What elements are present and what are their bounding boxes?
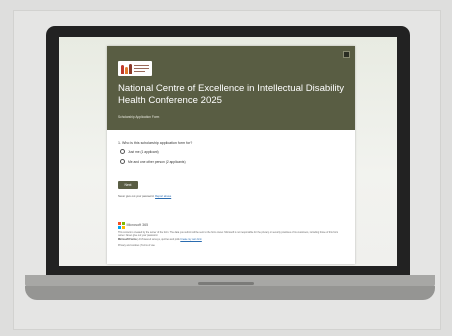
laptop-screen: National Centre of Excellence in Intelle… — [59, 37, 397, 266]
forms-tagline: | AI-Powered surveys, quizzes and polls — [137, 238, 180, 241]
radio-button[interactable] — [120, 149, 125, 154]
forms-brand: Microsoft Forms — [118, 238, 137, 241]
microsoft-365-logo: Microsoft 365 — [118, 222, 148, 229]
option-me-and-other[interactable]: Me and one other person (2 applicants) — [120, 158, 186, 165]
organization-logo — [118, 61, 152, 76]
password-warning-text: Never give out your password. — [118, 195, 155, 198]
form-title: National Centre of Excellence in Intelle… — [118, 83, 345, 106]
form-banner: National Centre of Excellence in Intelle… — [107, 46, 355, 130]
laptop-hinge-notch — [198, 282, 254, 285]
brand-name: Microsoft 365 — [126, 223, 149, 228]
password-warning: Never give out your password. Report abu… — [118, 195, 171, 198]
option-label: Me and one other person (2 applicants) — [128, 159, 186, 164]
create-form-link[interactable]: Create my own form — [180, 238, 202, 241]
form-subtitle: Scholarship Application Form — [118, 115, 160, 119]
next-button[interactable]: Next — [118, 181, 138, 189]
immersive-reader-icon[interactable] — [343, 51, 350, 58]
form-card: National Centre of Excellence in Intelle… — [107, 46, 355, 264]
footer-forms-line: Microsoft Forms | AI-Powered surveys, qu… — [118, 238, 344, 241]
laptop-base-bottom — [25, 286, 435, 300]
radio-button[interactable] — [120, 159, 125, 164]
report-abuse-link[interactable]: Report abuse — [155, 195, 171, 198]
microsoft-icon — [118, 222, 125, 229]
option-just-me[interactable]: Just me (1 applicant) — [120, 148, 159, 155]
question-1: 1. Who is this scholarship application f… — [118, 141, 193, 145]
option-label: Just me (1 applicant) — [128, 149, 159, 154]
footer-disclaimer: This content is created by the owner of … — [118, 231, 339, 238]
footer-privacy-links[interactable]: Privacy and cookies | Terms of use — [118, 244, 344, 247]
